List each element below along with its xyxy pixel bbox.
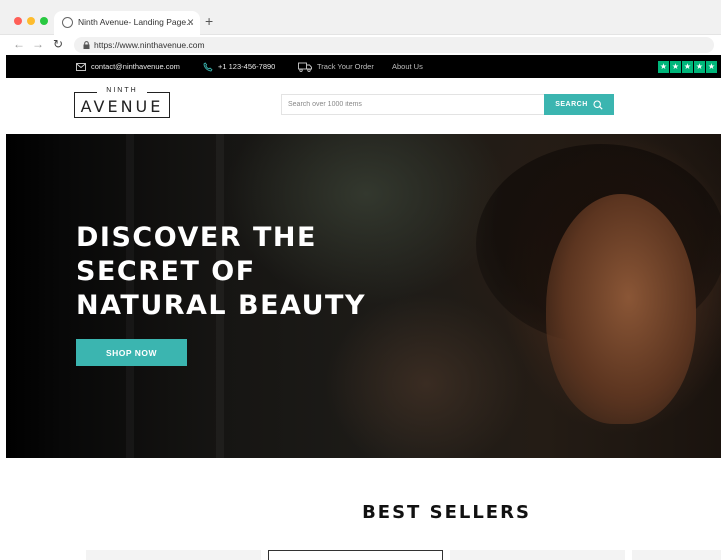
browser-address-bar: ← → ↻ https://www.ninthavenue.com	[0, 35, 721, 55]
browser-tab[interactable]: Ninth Avenue- Landing Page... ×	[54, 11, 200, 35]
hero-headline-line: NATURAL BEAUTY	[76, 290, 367, 321]
topbar-email-link[interactable]: contact@ninthavenue.com	[76, 55, 180, 78]
hero-headline: DISCOVER THE SECRET OF NATURAL BEAUTY	[76, 221, 396, 323]
star-icon: ★	[670, 61, 681, 73]
topbar-email-text: contact@ninthavenue.com	[91, 62, 180, 71]
product-card[interactable]	[86, 550, 261, 560]
url-field[interactable]: https://www.ninthavenue.com	[74, 37, 714, 53]
topbar-phone-text: +1 123-456-7890	[218, 62, 276, 71]
logo-small-text: NINTH	[106, 87, 138, 94]
shop-now-button[interactable]: SHOP NOW	[76, 339, 187, 366]
search-button-label: SEARCH	[555, 101, 588, 108]
trustpilot-rating: ★ ★ ★ ★ ★	[658, 61, 718, 73]
product-card[interactable]	[268, 550, 443, 560]
star-icon: ★	[658, 61, 669, 73]
best-sellers-title: BEST SELLERS	[362, 502, 531, 523]
site-topbar: contact@ninthavenue.com +1 123-456-7890 …	[6, 55, 721, 78]
search-icon	[593, 99, 603, 110]
hero-headline-line: SECRET OF	[76, 256, 256, 287]
hero-model-image	[546, 194, 696, 424]
hero-headline-line: DISCOVER THE	[76, 222, 317, 253]
topbar-about-link[interactable]: About Us	[392, 55, 423, 78]
url-text: https://www.ninthavenue.com	[94, 40, 205, 50]
tab-close-icon[interactable]: ×	[187, 15, 194, 29]
browser-tab-bar: Ninth Avenue- Landing Page... × +	[0, 0, 721, 35]
window-maximize-dot[interactable]	[40, 17, 48, 25]
window-minimize-dot[interactable]	[27, 17, 35, 25]
search-button[interactable]: SEARCH	[544, 94, 614, 115]
topbar-track-text: Track Your Order	[317, 62, 374, 71]
topbar-phone-link[interactable]: +1 123-456-7890	[203, 55, 275, 78]
mail-icon	[76, 62, 86, 71]
phone-icon	[203, 61, 213, 71]
logo-big-text: AVENUE	[80, 97, 164, 116]
window-close-dot[interactable]	[14, 17, 22, 25]
lock-icon	[83, 41, 90, 49]
topbar-about-text: About Us	[392, 62, 423, 71]
site-header: NINTH AVENUE SEARCH	[6, 78, 721, 134]
new-tab-icon[interactable]: +	[205, 13, 213, 29]
favicon-icon	[62, 17, 73, 28]
star-icon: ★	[682, 61, 693, 73]
product-card[interactable]	[450, 550, 625, 560]
forward-arrow-icon[interactable]: →	[32, 37, 44, 51]
tab-title: Ninth Avenue- Landing Page...	[78, 17, 194, 27]
product-card[interactable]	[632, 550, 721, 560]
star-icon: ★	[706, 61, 717, 73]
topbar-track-order-link[interactable]: Track Your Order	[298, 55, 374, 78]
search-input[interactable]	[281, 94, 545, 115]
truck-icon	[298, 62, 312, 72]
back-arrow-icon[interactable]: ←	[13, 37, 25, 51]
site-logo[interactable]: NINTH AVENUE	[74, 87, 170, 118]
reload-icon[interactable]: ↻	[53, 37, 63, 51]
hero-banner: DISCOVER THE SECRET OF NATURAL BEAUTY SH…	[6, 134, 721, 458]
star-icon: ★	[694, 61, 705, 73]
